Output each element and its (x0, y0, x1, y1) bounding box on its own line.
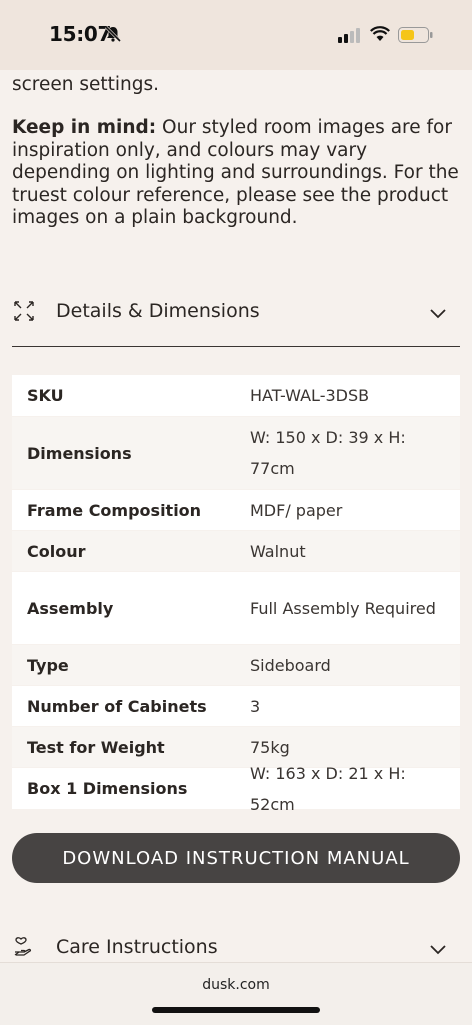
keep-in-mind-paragraph: Keep in mind: Our styled room images are… (12, 117, 460, 230)
status-bar: 15:07 (0, 0, 472, 70)
status-time: 15:07 (49, 22, 112, 46)
expand-arrows-icon (12, 299, 36, 327)
spec-label: Test for Weight (27, 737, 165, 757)
details-dimensions-title: Details & Dimensions (56, 300, 260, 322)
download-instruction-manual-button[interactable]: DOWNLOAD INSTRUCTION MANUAL (12, 833, 460, 883)
spec-value: 3 (250, 696, 261, 716)
spec-row: Type Sideboard (12, 645, 460, 685)
url-text[interactable]: dusk.com (0, 977, 472, 993)
chevron-down-icon[interactable] (430, 304, 446, 323)
spec-row: Colour Walnut (12, 531, 460, 571)
spec-label: SKU (27, 386, 64, 405)
spec-row: Frame Composition MDF/ paper (12, 490, 460, 530)
spec-label: Assembly (27, 598, 114, 618)
browser-url-bar[interactable]: dusk.com (0, 962, 472, 1025)
spec-label: Box 1 Dimensions (27, 779, 188, 798)
hand-heart-icon (12, 935, 36, 963)
spec-value: Sideboard (250, 655, 331, 675)
spec-value: Full Assembly Required (250, 598, 436, 618)
spec-label: Type (27, 655, 69, 675)
previous-paragraph-tail: screen settings. (12, 74, 160, 95)
spec-row: Number of Cabinets 3 (12, 686, 460, 726)
signal-icon (338, 27, 362, 47)
spec-row: Assembly Full Assembly Required (12, 572, 460, 644)
keep-in-mind-label: Keep in mind: (12, 117, 157, 138)
spec-label: Number of Cabinets (27, 696, 207, 716)
bell-slash-icon (104, 25, 122, 47)
home-indicator[interactable] (152, 1007, 320, 1013)
spec-value: Walnut (250, 541, 306, 561)
spec-value: HAT-WAL-3DSB (250, 386, 370, 405)
spec-row: SKU HAT-WAL-3DSB (12, 375, 460, 416)
spec-label: Dimensions (27, 443, 132, 463)
spec-row: Box 1 Dimensions W: 163 x D: 21 x H: 52c… (12, 764, 460, 814)
chevron-down-icon[interactable] (430, 940, 446, 959)
specs-table: SKU HAT-WAL-3DSB Dimensions W: 150 x D: … (12, 375, 460, 814)
spec-label: Colour (27, 541, 86, 561)
care-instructions-title: Care Instructions (56, 936, 218, 958)
spec-value: W: 163 x D: 21 x H: 52cm (250, 763, 406, 814)
spec-row: Dimensions W: 150 x D: 39 x H: 77cm (12, 417, 460, 489)
battery-icon (398, 27, 434, 47)
spec-label: Frame Composition (27, 500, 202, 520)
wifi-icon (370, 26, 390, 46)
details-dimensions-accordion[interactable]: Details & Dimensions (12, 286, 460, 347)
spec-value: MDF/ paper (250, 500, 343, 520)
spec-value: W: 150 x D: 39 x H: 77cm (250, 428, 406, 478)
